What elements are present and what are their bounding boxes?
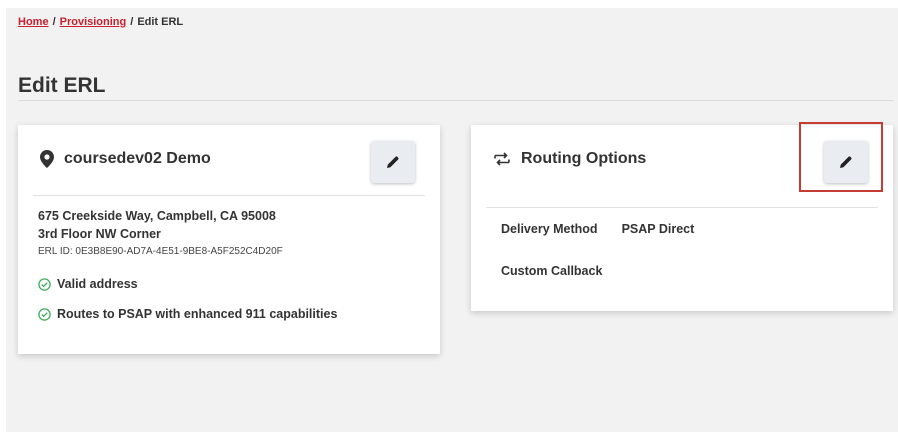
address-line-1: 675 Creekside Way, Campbell, CA 95008 bbox=[38, 209, 276, 223]
status-valid-address: Valid address bbox=[38, 277, 138, 291]
address-line-2: 3rd Floor NW Corner bbox=[38, 227, 161, 241]
check-circle-icon bbox=[38, 307, 51, 321]
routing-arrows-icon bbox=[493, 152, 511, 166]
custom-callback-row: Custom Callback bbox=[501, 264, 602, 278]
routing-options-card: Routing Options Delivery Method PSAP Dire… bbox=[471, 122, 893, 311]
status-routes-psap: Routes to PSAP with enhanced 911 capabil… bbox=[38, 307, 337, 321]
status-routes-label: Routes to PSAP with enhanced 911 capabil… bbox=[57, 307, 338, 321]
breadcrumb-home-link[interactable]: Home bbox=[18, 16, 49, 28]
delivery-method-label: Delivery Method bbox=[501, 222, 598, 236]
breadcrumb-separator: / bbox=[130, 16, 134, 28]
breadcrumb-separator: / bbox=[52, 16, 56, 28]
page-title: Edit ERL bbox=[18, 74, 106, 97]
breadcrumb-provisioning-link[interactable]: Provisioning bbox=[60, 16, 127, 28]
status-valid-label: Valid address bbox=[57, 277, 138, 291]
custom-callback-label: Custom Callback bbox=[501, 264, 603, 278]
routing-card-title: Routing Options bbox=[493, 150, 646, 168]
title-divider bbox=[18, 100, 894, 101]
location-card-header: coursedev02 Demo bbox=[18, 125, 440, 195]
routing-options-title: Routing Options bbox=[521, 150, 647, 167]
delivery-method-value: PSAP Direct bbox=[621, 222, 695, 236]
map-pin-icon bbox=[40, 150, 54, 168]
routing-card-divider bbox=[486, 207, 878, 208]
address-block: 675 Creekside Way, Campbell, CA 95008 3r… bbox=[38, 207, 276, 243]
page-background: Home / Provisioning / Edit ERL Edit ERL cour… bbox=[6, 8, 898, 432]
location-card: coursedev02 Demo 675 Creekside Way, Camp… bbox=[18, 125, 440, 354]
erl-id: ERL ID: 0E3B8E90-AD7A-4E51-9BE8-A5F252C4… bbox=[38, 246, 283, 257]
pencil-icon bbox=[839, 155, 853, 169]
edit-routing-button[interactable] bbox=[824, 141, 868, 183]
location-card-divider bbox=[33, 195, 425, 196]
location-name: coursedev02 Demo bbox=[64, 150, 211, 167]
breadcrumb-current: Edit ERL bbox=[137, 16, 184, 28]
delivery-method-row: Delivery Method PSAP Direct bbox=[501, 222, 694, 236]
check-circle-icon bbox=[38, 277, 51, 291]
routing-card-header: Routing Options bbox=[471, 122, 893, 195]
breadcrumb: Home / Provisioning / Edit ERL bbox=[18, 16, 183, 28]
pencil-icon bbox=[386, 155, 400, 169]
location-card-title: coursedev02 Demo bbox=[40, 150, 211, 168]
edit-location-button[interactable] bbox=[371, 141, 415, 183]
